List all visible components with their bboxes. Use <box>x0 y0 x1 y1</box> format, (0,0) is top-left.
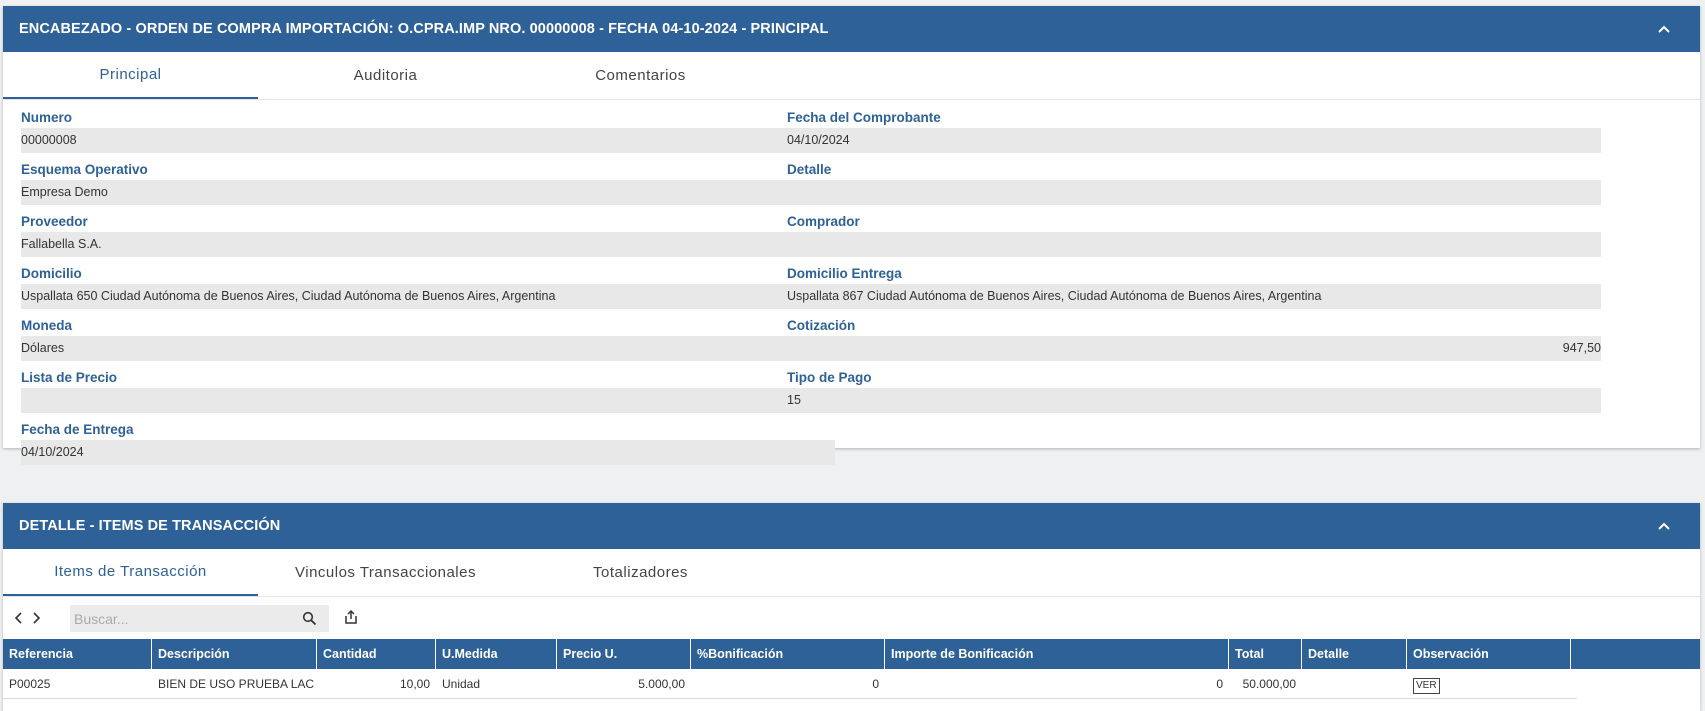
ver-button[interactable]: VER <box>1413 678 1440 694</box>
cell-bonificacion-pct: 0 <box>872 677 879 691</box>
field-label: Fecha del Comprobante <box>787 110 941 125</box>
chevron-up-icon[interactable] <box>1656 21 1672 37</box>
search-input[interactable] <box>70 605 290 632</box>
col-observacion[interactable]: Observación <box>1407 639 1571 669</box>
domicilio-value[interactable]: Uspallata 650 Ciudad Autónoma de Buenos … <box>21 284 835 309</box>
col-precio-u[interactable]: Precio U. <box>557 639 691 669</box>
field-label: Fecha de Entrega <box>21 422 134 437</box>
search-icon[interactable] <box>302 611 317 626</box>
field-fecha-entrega: Fecha de Entrega 04/10/2024 <box>21 420 835 465</box>
field-label: Tipo de Pago <box>787 370 872 385</box>
numero-value[interactable]: 00000008 <box>21 128 835 153</box>
moneda-value[interactable]: Dólares <box>21 336 835 361</box>
cell-detalle <box>1302 669 1407 698</box>
cell-u-medida: Unidad <box>442 677 481 691</box>
detail-panel-title: DETALLE - ITEMS DE TRANSACCIÓN <box>19 518 281 534</box>
col-detalle[interactable]: Detalle <box>1302 639 1407 669</box>
field-detalle: Detalle <box>787 160 1601 205</box>
tipo-pago-value[interactable]: 15 <box>787 388 1601 413</box>
field-fecha-comprobante: Fecha del Comprobante 04/10/2024 <box>787 108 1601 153</box>
search-box <box>70 605 329 632</box>
header-fields: Numero 00000008 Fecha del Comprobante 04… <box>3 100 1700 481</box>
tab-items-transaccion[interactable]: Items de Transacción <box>3 549 258 596</box>
tab-comentarios[interactable]: Comentarios <box>513 52 768 99</box>
tab-totalizadores[interactable]: Totalizadores <box>513 549 768 596</box>
detail-panel: DETALLE - ITEMS DE TRANSACCIÓN Items de … <box>3 503 1700 711</box>
field-domicilio: Domicilio Uspallata 650 Ciudad Autónoma … <box>21 264 835 309</box>
table-row[interactable]: P00025 BIEN DE USO PRUEBA LAC 10,00 Unid… <box>3 669 1577 699</box>
cell-referencia: P00025 <box>9 677 51 691</box>
detail-panel-titlebar: DETALLE - ITEMS DE TRANSACCIÓN <box>3 503 1700 549</box>
table-header: Referencia Descripción Cantidad U.Medida… <box>3 639 1700 669</box>
field-label: Proveedor <box>21 214 88 229</box>
col-referencia[interactable]: Referencia <box>3 639 152 669</box>
field-label: Esquema Operativo <box>21 162 148 177</box>
field-label: Domicilio <box>21 266 82 281</box>
cell-descripcion: BIEN DE USO PRUEBA LAC <box>158 677 315 691</box>
cell-importe-bonificacion: 0 <box>1216 677 1223 691</box>
field-cotizacion: Cotización 947,50 <box>787 316 1601 361</box>
comprador-value[interactable] <box>787 232 1601 257</box>
tab-principal[interactable]: Principal <box>3 52 258 99</box>
esquema-value[interactable]: Empresa Demo <box>21 180 835 205</box>
domicilio-entrega-value[interactable]: Uspallata 867 Ciudad Autónoma de Buenos … <box>787 284 1601 309</box>
fecha-entrega-value[interactable]: 04/10/2024 <box>21 440 835 465</box>
field-numero: Numero 00000008 <box>21 108 835 153</box>
cell-observacion: VER <box>1407 669 1571 698</box>
detalle-value[interactable] <box>787 180 1601 205</box>
header-panel-titlebar: ENCABEZADO - ORDEN DE COMPRA IMPORTACIÓN… <box>3 6 1700 52</box>
detail-tabs: Items de Transacción Vinculos Transaccio… <box>3 549 1700 597</box>
col-descripcion[interactable]: Descripción <box>152 639 317 669</box>
field-lista-precio: Lista de Precio <box>21 368 835 413</box>
field-label: Cotización <box>787 318 856 333</box>
col-cantidad[interactable]: Cantidad <box>317 639 436 669</box>
cell-cantidad: 10,00 <box>399 677 430 691</box>
cotizacion-value[interactable]: 947,50 <box>787 336 1601 361</box>
lista-precio-value[interactable] <box>21 388 835 413</box>
tab-auditoria[interactable]: Auditoria <box>258 52 513 99</box>
field-label: Domicilio Entrega <box>787 266 902 281</box>
field-label: Moneda <box>21 318 73 333</box>
export-icon[interactable] <box>343 609 359 625</box>
chevron-up-icon[interactable] <box>1656 518 1672 534</box>
field-proveedor: Proveedor Fallabella S.A. <box>21 212 835 257</box>
tab-vinculos-transaccionales[interactable]: Vinculos Transaccionales <box>258 549 513 596</box>
field-label: Numero <box>21 110 73 125</box>
chevron-right-icon[interactable] <box>30 611 42 625</box>
header-panel-title: ENCABEZADO - ORDEN DE COMPRA IMPORTACIÓN… <box>19 21 829 37</box>
chevron-left-icon[interactable] <box>13 611 25 625</box>
field-label: Detalle <box>787 162 832 177</box>
field-esquema: Esquema Operativo Empresa Demo <box>21 160 835 205</box>
col-bonificacion-pct[interactable]: %Bonificación <box>691 639 885 669</box>
col-importe-bonificacion[interactable]: Importe de Bonificación <box>885 639 1229 669</box>
header-panel: ENCABEZADO - ORDEN DE COMPRA IMPORTACIÓN… <box>3 6 1700 465</box>
fecha-comprobante-value[interactable]: 04/10/2024 <box>787 128 1601 153</box>
field-domicilio-entrega: Domicilio Entrega Uspallata 867 Ciudad A… <box>787 264 1601 309</box>
field-comprador: Comprador <box>787 212 1601 257</box>
col-u-medida[interactable]: U.Medida <box>436 639 557 669</box>
field-tipo-pago: Tipo de Pago 15 <box>787 368 1601 413</box>
field-moneda: Moneda Dólares <box>21 316 835 361</box>
cell-total: 50.000,00 <box>1242 677 1296 691</box>
table-toolbar <box>3 597 1700 639</box>
header-tabs: Principal Auditoria Comentarios <box>3 52 1700 100</box>
col-total[interactable]: Total <box>1229 639 1302 669</box>
field-label: Lista de Precio <box>21 370 118 385</box>
field-label: Comprador <box>787 214 860 229</box>
cell-precio-u: 5.000,00 <box>638 677 685 691</box>
proveedor-value[interactable]: Fallabella S.A. <box>21 232 835 257</box>
